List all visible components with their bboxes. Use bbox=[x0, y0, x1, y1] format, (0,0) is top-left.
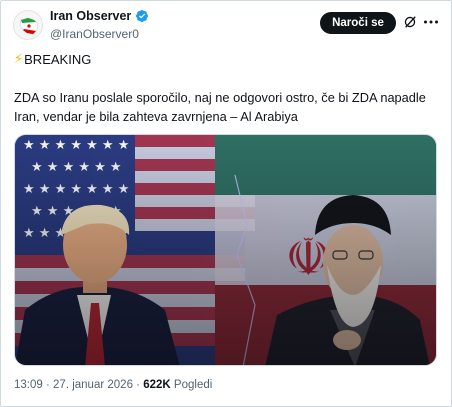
views-count: 622K bbox=[143, 379, 171, 391]
grok-icon[interactable] bbox=[403, 15, 417, 29]
more-icon[interactable] bbox=[423, 15, 439, 29]
follow-button[interactable]: Naroči se bbox=[320, 12, 396, 34]
post-meta: 13:09 · 27. januar 2026 · 622K Pogledi bbox=[14, 379, 212, 391]
author-name-row: Iran Observer bbox=[50, 9, 149, 23]
post-text: ZDA so Iranu poslale sporočilo, naj ne o… bbox=[14, 90, 426, 124]
post-time[interactable]: 13:09 bbox=[14, 379, 43, 391]
post-date[interactable]: 27. januar 2026 bbox=[53, 379, 133, 391]
author-avatar[interactable] bbox=[13, 10, 43, 40]
verified-badge-icon bbox=[136, 10, 149, 22]
flags-portraits-illustration: ★ ★ ★ ★ ★ ★ ★ ★ ★ ★ ★ ★ ★ ★ ★ ★ ★ ★ ★ ★ … bbox=[15, 135, 436, 365]
author-handle[interactable]: @IranObserver0 bbox=[50, 27, 139, 41]
meta-separator: · bbox=[45, 379, 50, 391]
meta-separator: · bbox=[136, 379, 141, 391]
lightning-bolt-icon: ⚡ bbox=[14, 51, 24, 66]
author-display-name[interactable]: Iran Observer bbox=[50, 9, 131, 23]
views-label: Pogledi bbox=[173, 379, 213, 391]
breaking-label: BREAKING bbox=[24, 51, 92, 67]
post-image[interactable]: ★ ★ ★ ★ ★ ★ ★ ★ ★ ★ ★ ★ ★ ★ ★ ★ ★ ★ ★ ★ … bbox=[14, 134, 437, 366]
breaking-line: ⚡ BREAKING bbox=[14, 51, 91, 67]
